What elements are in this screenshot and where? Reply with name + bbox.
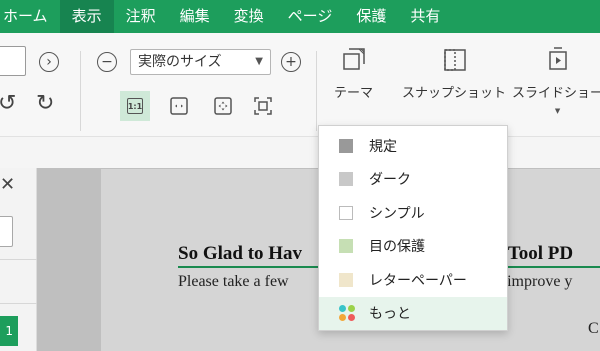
slideshow-icon xyxy=(548,47,567,70)
zoom-level-select[interactable]: 実際のサイズ ▼ xyxy=(130,49,271,75)
theme-option-label: 規定 xyxy=(369,138,397,155)
swatch-icon xyxy=(339,239,353,254)
theme-option-label: シンプル xyxy=(369,205,425,222)
actual-size-icon: 1:1 xyxy=(127,98,143,114)
rotate-right-icon[interactable]: ↻ xyxy=(36,93,54,115)
caret-down-icon: ▼ xyxy=(554,107,561,115)
swatch-icon xyxy=(339,138,353,153)
rotate-left-icon[interactable]: ↺ xyxy=(0,93,16,115)
ribbon-divider xyxy=(316,51,317,131)
plus-icon: + xyxy=(285,54,297,70)
menu-edit[interactable]: 編集 xyxy=(168,0,222,33)
ribbon-divider xyxy=(80,51,81,131)
page-thumbnail-number[interactable]: 1 xyxy=(0,316,18,346)
view-ribbon xyxy=(0,33,600,137)
actual-size-label: 1:1 xyxy=(127,101,143,111)
snapshot-label: スナップショット xyxy=(402,86,507,101)
theme-label: テーマ xyxy=(334,86,374,101)
fit-page-icon xyxy=(214,97,232,115)
doc-body-fragment: C xyxy=(588,320,599,337)
zoom-in-button[interactable]: + xyxy=(281,52,301,72)
fit-visible-icon xyxy=(254,97,272,115)
menu-page[interactable]: ページ xyxy=(276,0,345,33)
fit-visible-button[interactable] xyxy=(252,95,274,117)
theme-option-simple[interactable]: シンプル xyxy=(319,196,507,230)
zoom-level-value: 実際のサイズ xyxy=(138,54,222,70)
fit-page-button[interactable] xyxy=(212,95,234,117)
slideshow-button[interactable]: スライドショー ▼ xyxy=(512,46,600,115)
snapshot-icon xyxy=(444,49,466,71)
theme-button[interactable]: テーマ xyxy=(334,46,373,101)
sidebar-search-input[interactable] xyxy=(0,216,13,247)
fit-width-button[interactable] xyxy=(168,95,190,117)
theme-option-label: もっと xyxy=(369,306,411,323)
zoom-out-button[interactable]: − xyxy=(97,52,117,72)
doc-heading: So Glad to Hav xyxy=(178,243,303,264)
close-icon[interactable]: ✕ xyxy=(0,174,15,195)
sidebar-divider xyxy=(0,259,37,260)
next-page-button[interactable]: › xyxy=(39,52,59,72)
slideshow-label: スライドショー xyxy=(512,86,600,101)
caret-down-icon: ▼ xyxy=(255,56,263,67)
theme-icon xyxy=(342,48,365,70)
menu-bar: ホーム 表示 注釈 編集 変換 ページ 保護 共有 xyxy=(0,0,600,33)
menu-annotate[interactable]: 注釈 xyxy=(114,0,168,33)
page-number-input[interactable] xyxy=(0,46,26,76)
fit-width-icon xyxy=(170,97,188,115)
menu-home[interactable]: ホーム xyxy=(0,0,60,33)
chevron-right-icon: › xyxy=(46,54,52,70)
menu-convert[interactable]: 変換 xyxy=(222,0,276,33)
theme-option-dark[interactable]: ダーク xyxy=(319,163,507,197)
theme-option-more[interactable]: もっと xyxy=(319,296,507,330)
theme-dropdown: 規定 ダーク シンプル 目の保護 レターペーパー もっと xyxy=(318,125,508,331)
color-palette-icon xyxy=(339,305,355,322)
theme-option-eye-care[interactable]: 目の保護 xyxy=(319,230,507,264)
theme-option-label: レターペーパー xyxy=(369,272,467,289)
theme-option-letter-paper[interactable]: レターペーパー xyxy=(319,263,507,297)
theme-option-default[interactable]: 規定 xyxy=(319,129,507,163)
snapshot-button[interactable]: スナップショット xyxy=(402,46,506,101)
minus-icon: − xyxy=(101,54,113,70)
swatch-icon xyxy=(339,172,353,187)
menu-share[interactable]: 共有 xyxy=(398,0,452,33)
swatch-icon xyxy=(339,205,353,220)
menu-view[interactable]: 表示 xyxy=(59,0,114,33)
actual-size-button[interactable]: 1:1 xyxy=(120,91,150,121)
theme-option-label: ダーク xyxy=(369,172,411,189)
theme-option-label: 目の保護 xyxy=(369,239,425,256)
menu-protect[interactable]: 保護 xyxy=(344,0,398,33)
doc-body-text: Please take a few xyxy=(178,273,289,290)
sidebar-divider xyxy=(0,303,37,304)
swatch-icon xyxy=(339,272,353,287)
